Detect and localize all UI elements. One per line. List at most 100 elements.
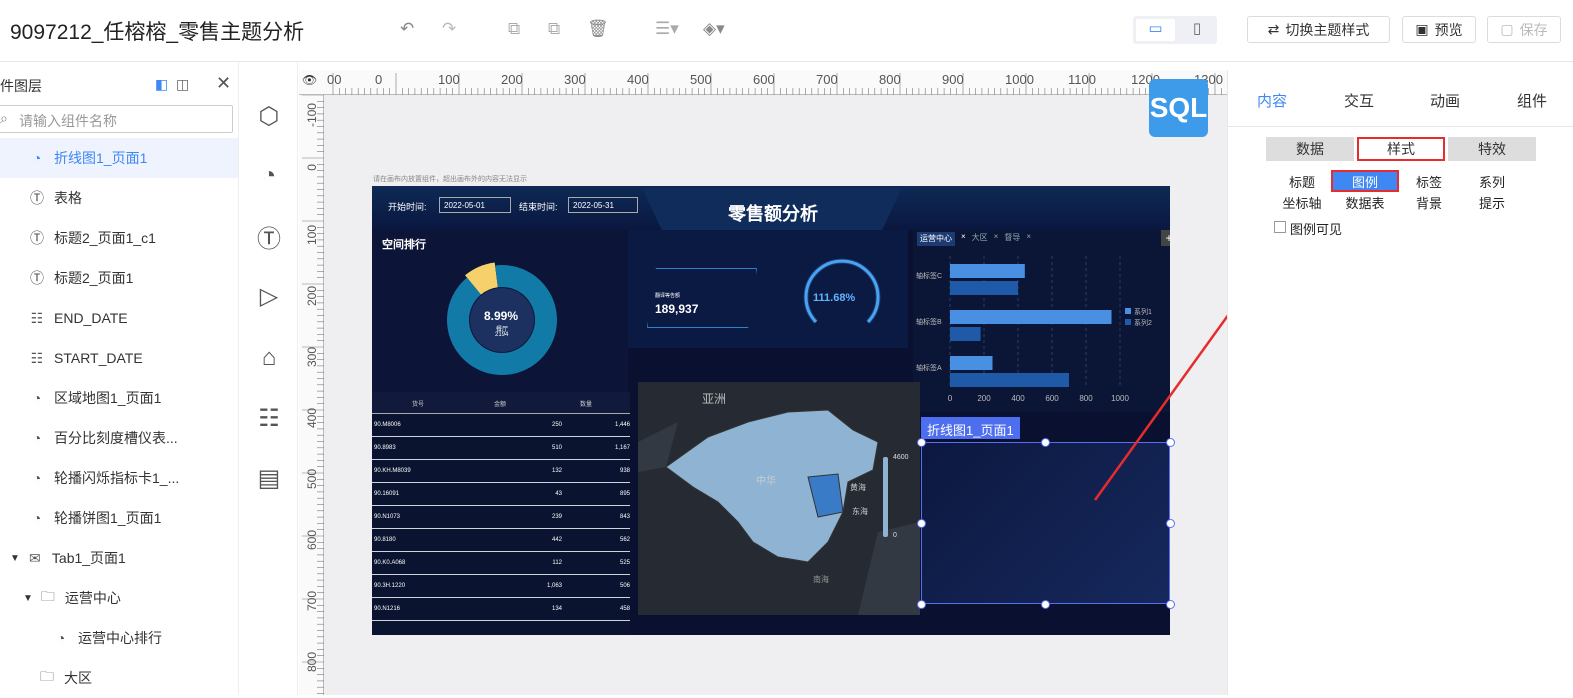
add-icon[interactable]: + [1161, 230, 1170, 246]
option-background[interactable]: 背景 [1398, 192, 1460, 212]
start-date-input[interactable]: 2022-05-01 [439, 197, 511, 213]
table-cell: 90.3H.1220 [374, 583, 406, 589]
close-icon[interactable]: ✕ [216, 73, 231, 94]
monitor-icon: ▣ [1415, 21, 1429, 37]
table-cell: 90.16091 [374, 491, 400, 497]
pie-chart-icon: ◔ [32, 510, 42, 526]
layer-order-icon[interactable]: ◈▾ [703, 19, 725, 39]
map-label-asia: 亚洲 [702, 392, 727, 406]
resize-handle[interactable] [917, 600, 926, 609]
archive-icon[interactable]: ▤ [253, 462, 285, 494]
subtab-effect[interactable]: 特效 [1448, 137, 1536, 161]
inbox-icon[interactable]: ⌂ [253, 342, 285, 374]
option-title[interactable]: 标题 [1271, 171, 1333, 191]
layer-item[interactable]: ◔ 运营中心排行 [0, 618, 238, 658]
region-map[interactable]: 亚洲 中华 黄海 东海 南海 4600 0 [638, 382, 920, 615]
undo-icon[interactable]: ↶ [400, 19, 414, 39]
table-cell: 90.KH.M8039 [374, 468, 411, 474]
canvas-hint: 请在画布内放置组件，超出画布外的内容无法显示 [373, 176, 527, 183]
caret-down-icon[interactable]: ▼ [10, 553, 20, 564]
cube-icon[interactable]: ⬡ [253, 100, 285, 132]
tab-animation[interactable]: 动画 [1430, 90, 1460, 111]
copy-icon[interactable]: ⧉ [508, 19, 520, 39]
table-header-cell: 金额 [494, 402, 507, 408]
map-label: 黄海 [850, 483, 866, 492]
close-icon[interactable]: × [961, 232, 966, 246]
switch-theme-button[interactable]: ⇄ 切换主题样式 [1247, 16, 1390, 43]
resize-handle[interactable] [1041, 438, 1050, 447]
tab-operation[interactable]: 运营中心 [917, 232, 955, 246]
table-cell: 134 [551, 606, 562, 612]
resize-handle[interactable] [917, 438, 926, 447]
ruler-label: 800 [879, 72, 901, 87]
media-icon[interactable]: ▷ [253, 280, 285, 312]
pie-chart-icon: ◔ [32, 390, 42, 406]
layer-item[interactable]: ☷ START_DATE [0, 338, 238, 378]
tab-interaction[interactable]: 交互 [1344, 90, 1374, 111]
layer-item[interactable]: ▼ 🗀 运营中心 [0, 578, 238, 618]
layer-item[interactable]: ◔ 区域地图1_页面1 [0, 378, 238, 418]
layer-search-input[interactable]: 请输入组件名称 [0, 105, 233, 133]
table-cell: 458 [619, 606, 630, 612]
align-icon[interactable]: ☰▾ [655, 19, 679, 39]
subtab-style[interactable]: 样式 [1357, 137, 1445, 161]
tab-region[interactable]: 大区 [972, 232, 988, 246]
preview-button[interactable]: ▣ 预览 [1402, 16, 1476, 43]
layer-item[interactable]: ◔ 轮播饼图1_页面1 [0, 498, 238, 538]
paste-icon[interactable]: ⧉ [548, 19, 560, 39]
table-cell: 250 [551, 422, 562, 428]
layer-item[interactable]: Ⓣ 标题2_页面1_c1 [0, 218, 238, 258]
layer-item[interactable]: ◔ 百分比刻度槽仪表... [0, 418, 238, 458]
chart-icon[interactable]: ◔ [253, 160, 285, 192]
option-series[interactable]: 系列 [1461, 171, 1523, 191]
resize-handle[interactable] [1166, 600, 1175, 609]
table-cell: 43 [555, 491, 562, 497]
table-cell: 1,063 [546, 583, 562, 589]
layer-item[interactable]: Ⓣ 标题2_页面1 [0, 258, 238, 298]
ruler-label: 400 [305, 408, 319, 429]
close-icon[interactable]: × [1026, 232, 1031, 246]
date-filter-icon: ☷ [30, 349, 44, 366]
save-button[interactable]: ▢ 保存 [1487, 16, 1561, 43]
resize-handle[interactable] [1166, 519, 1175, 528]
sql-badge[interactable]: SQL [1149, 79, 1208, 137]
bar [950, 356, 993, 370]
desktop-icon[interactable]: ▭ [1136, 19, 1175, 41]
layout-icon[interactable]: ◧ [155, 76, 168, 93]
caret-down-icon[interactable]: ▼ [23, 593, 33, 604]
layer-item[interactable]: ◔ 轮播闪烁指标卡1_... [0, 458, 238, 498]
eye-icon[interactable]: 👁 [302, 73, 317, 87]
layer-item[interactable]: 🗀 大区 [0, 658, 238, 698]
option-label[interactable]: 标签 [1398, 171, 1460, 191]
dashboard-canvas[interactable]: 零售额分析 开始时间: 2022-05-01 结束时间: 2022-05-31 … [372, 186, 1170, 635]
start-label: 开始时间: [388, 202, 427, 212]
text-tool-icon[interactable]: Ⓣ [253, 220, 285, 253]
table-cell: 1,446 [614, 422, 630, 428]
option-datatable[interactable]: 数据表 [1334, 192, 1396, 212]
split-icon[interactable]: ◫ [176, 76, 189, 93]
mobile-icon[interactable]: ▯ [1183, 19, 1211, 41]
end-date-input[interactable]: 2022-05-31 [568, 197, 638, 213]
tab-component[interactable]: 组件 [1517, 90, 1547, 111]
subtab-data[interactable]: 数据 [1266, 137, 1354, 161]
redo-icon[interactable]: ↷ [442, 19, 456, 39]
legend-visible-checkbox[interactable] [1274, 221, 1286, 233]
tab-supervisor[interactable]: 督导 [1004, 232, 1020, 246]
map-legend-bar[interactable] [883, 457, 888, 537]
ruler-label: 800 [305, 652, 319, 673]
resize-handle[interactable] [1041, 600, 1050, 609]
option-tooltip[interactable]: 提示 [1461, 192, 1523, 212]
option-legend[interactable]: 图例 [1331, 170, 1399, 192]
filter-icon[interactable]: ☷ [253, 402, 285, 434]
ruler-label: 300 [305, 347, 319, 368]
layer-item[interactable]: ☷ END_DATE [0, 298, 238, 338]
layer-item[interactable]: ▼ ✉ Tab1_页面1 [0, 538, 238, 578]
option-axis[interactable]: 坐标轴 [1271, 192, 1333, 212]
layer-item[interactable]: ◔ 折线图1_页面1 [0, 138, 238, 178]
text-icon: Ⓣ [30, 190, 44, 206]
tab-content[interactable]: 内容 [1257, 90, 1287, 111]
delete-icon[interactable]: 🗑 [587, 19, 609, 39]
close-icon[interactable]: × [994, 232, 999, 246]
layer-item[interactable]: Ⓣ 表格 [0, 178, 238, 218]
resize-handle[interactable] [917, 519, 926, 528]
